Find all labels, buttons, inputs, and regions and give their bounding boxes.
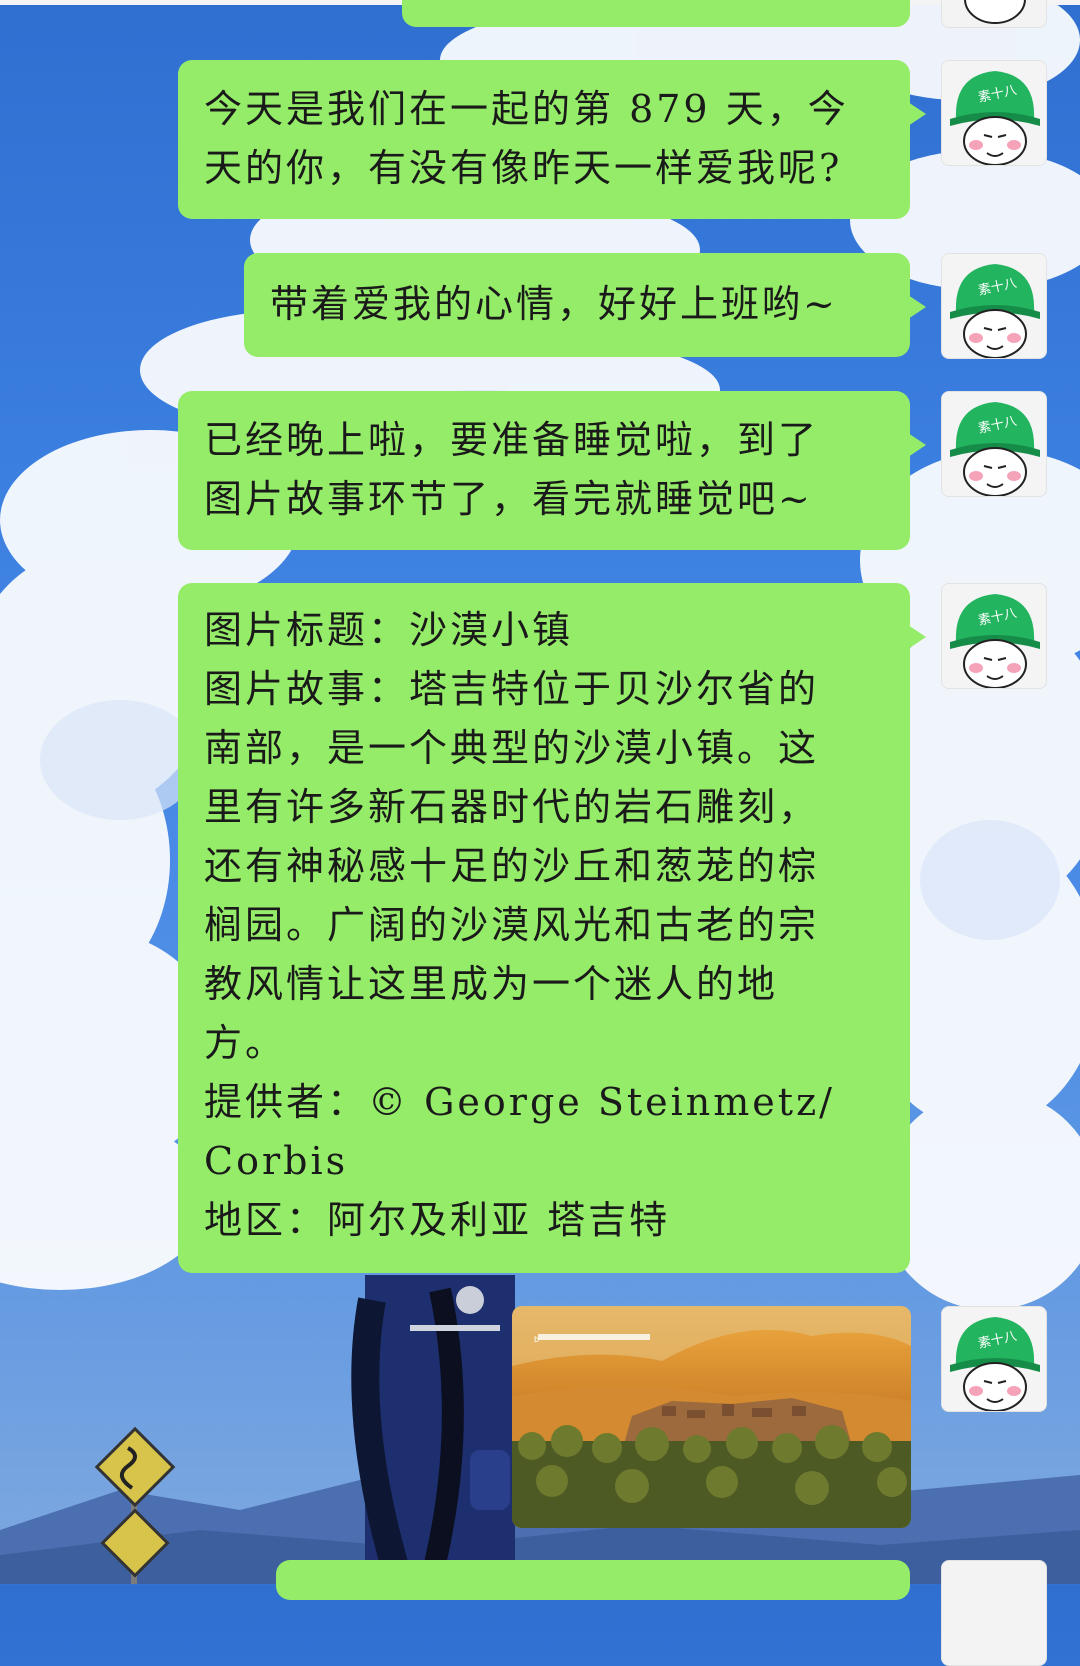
message-bubble-2[interactable]: 带着爱我的心情，好好上班哟~	[244, 253, 926, 357]
message-line: 提供者：© George Steinmetz/	[204, 1080, 835, 1124]
green-helmet-meme-avatar-icon: 素十八	[942, 61, 1046, 165]
message-line: 教风情让这里成为一个迷人的地	[204, 962, 779, 1006]
message-bubble-1[interactable]: 今天是我们在一起的第 879 天，今 天的你，有没有像昨天一样爱我呢?	[178, 60, 926, 219]
message-line: Corbis	[204, 1139, 349, 1183]
bubble-tail	[908, 433, 926, 457]
green-helmet-meme-avatar-icon: 素十八	[942, 1307, 1046, 1411]
avatar[interactable]: 素十八	[941, 253, 1047, 359]
message-bubble-partial-top[interactable]	[402, 0, 910, 27]
message-line: 地区：阿尔及利亚 塔吉特	[204, 1198, 671, 1242]
message-line: 带着爱我的心情，好好上班哟~	[270, 282, 838, 326]
message-bubble-partial-bottom[interactable]	[276, 1560, 910, 1600]
message-line: 图片故事：塔吉特位于贝沙尔省的	[204, 667, 820, 711]
message-line: 已经晚上啦，要准备睡觉啦，到了	[204, 418, 820, 462]
green-helmet-meme-avatar-icon: 素十八	[942, 392, 1046, 496]
avatar[interactable]	[941, 0, 1047, 28]
avatar[interactable]: 素十八	[941, 60, 1047, 166]
message-bubble-3[interactable]: 已经晚上啦，要准备睡觉啦，到了 图片故事环节了，看完就睡觉吧~	[178, 391, 926, 550]
message-line: 榈园。广阔的沙漠风光和古老的宗	[204, 903, 820, 947]
bubble-tail	[908, 625, 926, 649]
message-line: 里有许多新石器时代的岩石雕刻，	[204, 785, 820, 829]
message-line: 今天是我们在一起的第 879 天，今	[204, 87, 849, 131]
message-line: 还有神秘感十足的沙丘和葱茏的棕	[204, 844, 820, 888]
message-line: 方。	[204, 1021, 287, 1065]
avatar[interactable]: 素十八	[941, 583, 1047, 689]
message-line: 南部，是一个典型的沙漠小镇。这	[204, 726, 820, 770]
desert-town-photo[interactable]: b	[512, 1306, 911, 1528]
avatar[interactable]	[941, 1560, 1047, 1666]
message-line: 图片标题：沙漠小镇	[204, 608, 574, 652]
svg-text:b: b	[534, 1335, 539, 1344]
green-helmet-meme-avatar-icon: 素十八	[942, 254, 1046, 358]
message-line: 天的你，有没有像昨天一样爱我呢?	[204, 146, 843, 190]
bubble-tail	[908, 102, 926, 126]
avatar[interactable]: 素十八	[941, 391, 1047, 497]
message-line: 图片故事环节了，看完就睡觉吧~	[204, 477, 813, 521]
green-helmet-meme-avatar-icon: 素十八	[942, 584, 1046, 688]
bubble-tail	[908, 295, 926, 319]
green-helmet-meme-avatar-icon	[964, 0, 1026, 24]
message-bubble-4[interactable]: 图片标题：沙漠小镇 图片故事：塔吉特位于贝沙尔省的 南部，是一个典型的沙漠小镇。…	[178, 583, 926, 1273]
desert-town-photo-icon: b	[512, 1306, 911, 1528]
avatar[interactable]: 素十八	[941, 1306, 1047, 1412]
